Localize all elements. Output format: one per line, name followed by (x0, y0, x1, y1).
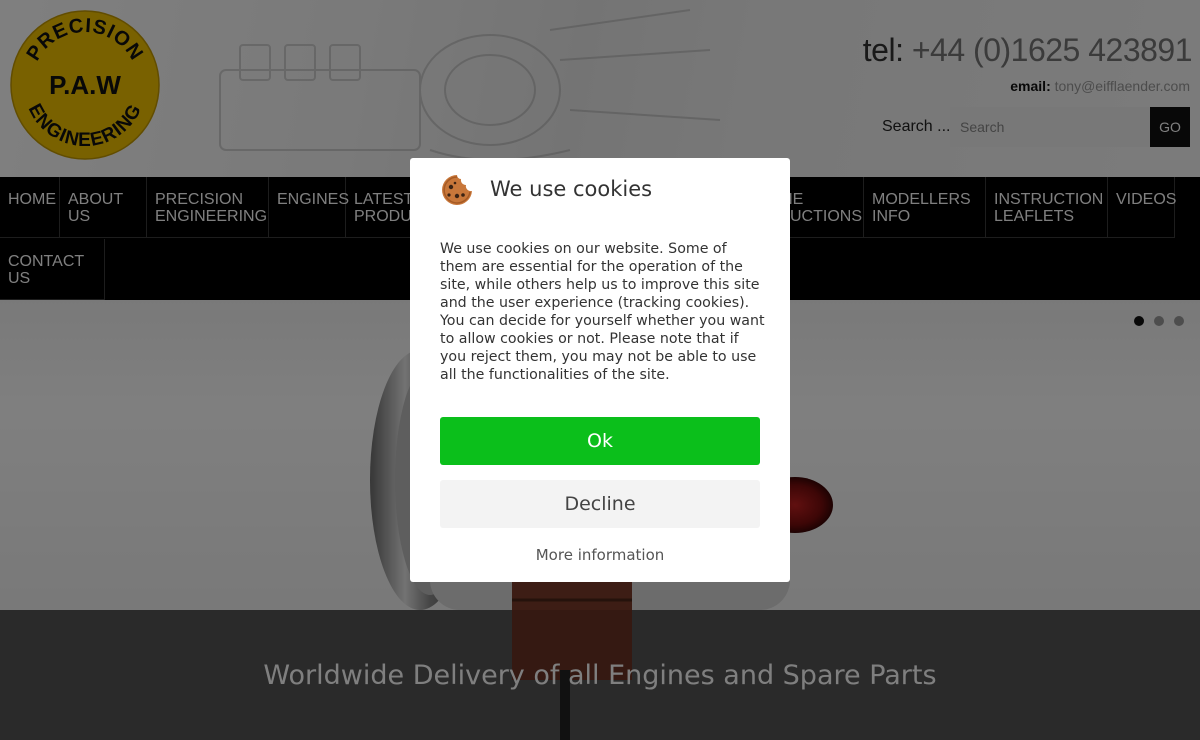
more-information-link[interactable]: More information (410, 546, 790, 564)
decline-cookies-button[interactable]: Decline (440, 480, 760, 528)
cookie-dialog-title: We use cookies (490, 177, 653, 201)
cookie-consent-dialog: We use cookies We use cookies on our web… (410, 158, 790, 582)
cookie-dialog-body: We use cookies on our website. Some of t… (440, 241, 765, 383)
accept-cookies-button[interactable]: Ok (440, 417, 760, 465)
cookie-icon (442, 175, 472, 205)
